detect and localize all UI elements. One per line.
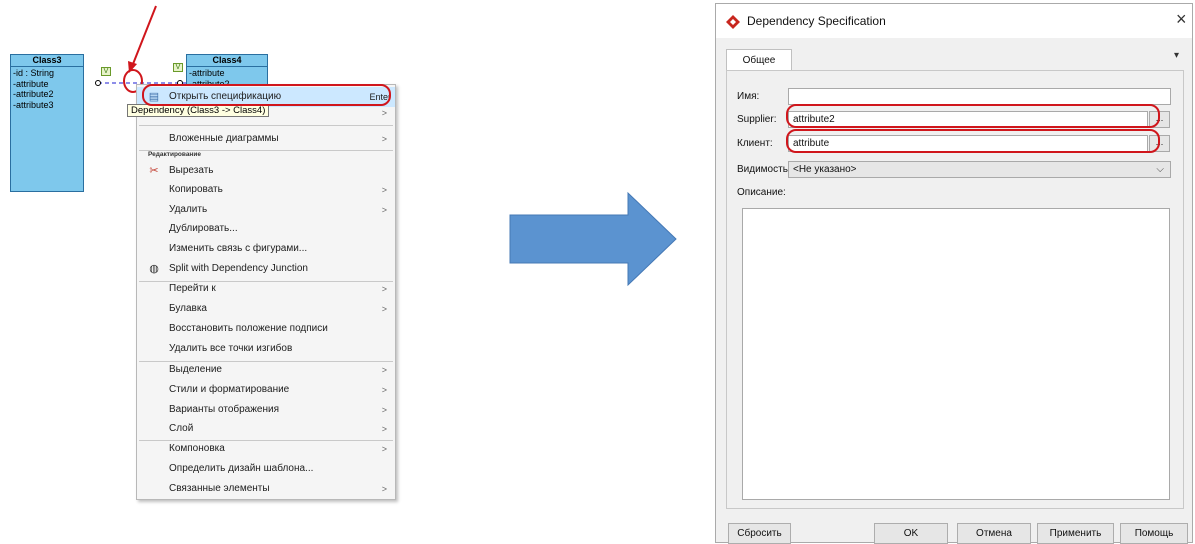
highlight-client [786, 129, 1160, 153]
menu-item-goto[interactable]: Перейти к > [137, 279, 395, 299]
menu-item-delete[interactable]: Удалить > [137, 200, 395, 220]
highlight-supplier [786, 104, 1160, 128]
menu-item-split-junction[interactable]: ◍ Split with Dependency Junction [137, 259, 395, 279]
menu-item-styles[interactable]: Стили и форматирование > [137, 380, 395, 400]
description-label: Описание: [737, 187, 786, 198]
chevron-down-icon: ⌵ [1156, 164, 1164, 175]
menu-item-bookmark[interactable]: Булавка > [137, 299, 395, 319]
menu-item-selection[interactable]: Выделение > [137, 360, 395, 380]
transition-arrow-icon [509, 191, 677, 287]
submenu-arrow-icon: > [381, 385, 387, 395]
context-menu: ▤ Открыть спецификацию Enter Отобразить … [136, 84, 396, 500]
visibility-select[interactable]: <Не указано> ⌵ [788, 161, 1171, 178]
menu-item-related[interactable]: Связанные элементы > [137, 479, 395, 499]
menu-separator [139, 125, 393, 126]
collapse-icon[interactable]: ▾ [1174, 50, 1179, 61]
submenu-arrow-icon: > [381, 424, 387, 434]
menu-item-nested-diagrams[interactable]: Вложенные диаграммы > [137, 129, 395, 149]
submenu-arrow-icon: > [381, 405, 387, 415]
highlight-open-spec [142, 84, 391, 106]
name-label: Имя: [737, 91, 760, 102]
submenu-arrow-icon: > [381, 284, 387, 294]
visibility-value: <Не указано> [793, 164, 857, 175]
submenu-arrow-icon: > [381, 444, 387, 454]
submenu-arrow-icon: > [381, 484, 387, 494]
menu-item-copy[interactable]: Копировать > [137, 180, 395, 200]
client-label: Клиент: [737, 138, 773, 149]
menu-item-change-link[interactable]: Изменить связь с фигурами... [137, 239, 395, 259]
app-logo-icon [726, 15, 740, 29]
menu-item-remove-bends[interactable]: Удалить все точки изгибов [137, 339, 395, 359]
menu-item-layer[interactable]: Слой > [137, 419, 395, 439]
apply-button[interactable]: Применить [1037, 523, 1114, 544]
dialog-title: Dependency Specification [747, 14, 886, 28]
submenu-arrow-icon: > [381, 205, 387, 215]
name-field[interactable] [788, 88, 1171, 105]
submenu-arrow-icon: > [381, 185, 387, 195]
help-button[interactable]: Помощь [1120, 523, 1188, 544]
submenu-arrow-icon: > [381, 134, 387, 144]
menu-item-define-template[interactable]: Определить дизайн шаблона... [137, 459, 395, 479]
menu-item-layout[interactable]: Компоновка > [137, 439, 395, 459]
junction-icon: ◍ [149, 263, 159, 275]
visibility-label: Видимость: [737, 164, 791, 175]
submenu-arrow-icon: > [381, 304, 387, 314]
ok-button[interactable]: OK [874, 523, 948, 544]
cancel-button[interactable]: Отмена [957, 523, 1031, 544]
submenu-arrow-icon: > [381, 108, 387, 118]
dependency-specification-dialog: Dependency Specification × Общее ▾ Имя: … [715, 3, 1193, 544]
scissors-icon: ✂ [149, 165, 159, 177]
menu-section-label: Редактирование [148, 151, 201, 158]
menu-item-duplicate[interactable]: Дублировать... [137, 219, 395, 239]
supplier-label: Supplier: [737, 114, 777, 125]
reset-button[interactable]: Сбросить [728, 523, 791, 544]
menu-item-display-options[interactable]: Варианты отображения > [137, 400, 395, 420]
menu-item-cut[interactable]: ✂ Вырезать [137, 161, 395, 181]
dialog-titlebar: Dependency Specification × [716, 4, 1192, 38]
tab-general[interactable]: Общее [726, 49, 792, 71]
submenu-arrow-icon: > [381, 365, 387, 375]
menu-item-restore-label[interactable]: Восстановить положение подписи [137, 319, 395, 339]
close-icon[interactable]: × [1176, 9, 1187, 30]
description-textarea[interactable] [742, 208, 1170, 500]
